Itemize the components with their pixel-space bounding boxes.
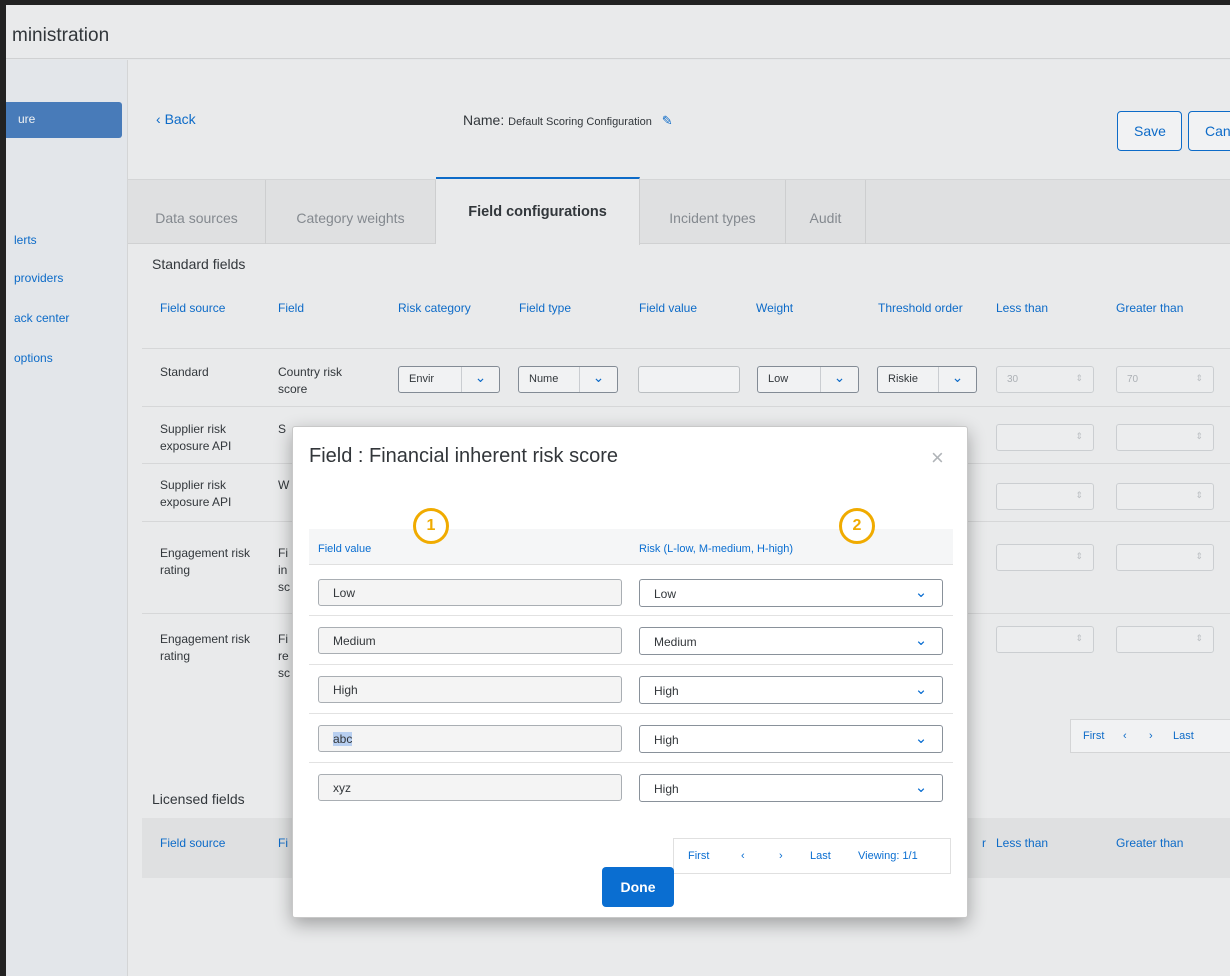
done-button[interactable]: Done bbox=[602, 867, 674, 907]
input-value: Low bbox=[333, 586, 356, 600]
row-divider bbox=[309, 762, 953, 763]
select-value: High bbox=[654, 782, 679, 796]
col-field-value: Field value bbox=[318, 543, 372, 555]
chevron-down-icon: ⌄ bbox=[914, 584, 928, 601]
select-value: Medium bbox=[654, 635, 697, 649]
pager-prev[interactable]: ‹ bbox=[741, 850, 745, 862]
risk-select[interactable]: High ⌄ bbox=[639, 774, 943, 802]
input-value: xyz bbox=[333, 781, 351, 795]
dialog-pager: First ‹ › Last Viewing: 1/1 bbox=[673, 838, 951, 874]
risk-select[interactable]: Medium ⌄ bbox=[639, 627, 943, 655]
field-value-input[interactable]: Low bbox=[318, 579, 622, 606]
input-value: High bbox=[333, 683, 358, 697]
risk-select[interactable]: High ⌄ bbox=[639, 725, 943, 753]
chevron-down-icon: ⌄ bbox=[914, 681, 928, 698]
input-value: abc bbox=[333, 732, 353, 746]
col-risk: Risk (L-low, M-medium, H-high) bbox=[639, 543, 794, 555]
chevron-down-icon: ⌄ bbox=[914, 730, 928, 747]
pager-first[interactable]: First bbox=[688, 850, 709, 862]
pager-last[interactable]: Last bbox=[810, 850, 831, 862]
select-value: High bbox=[654, 733, 679, 747]
select-value: High bbox=[654, 684, 679, 698]
risk-select[interactable]: Low ⌄ bbox=[639, 579, 943, 607]
callout-badge-2: 2 bbox=[839, 508, 875, 544]
dialog-title: Field : Financial inherent risk score bbox=[309, 445, 619, 467]
field-value-input[interactable]: Medium bbox=[318, 627, 622, 654]
callout-badge-1: 1 bbox=[413, 508, 449, 544]
chevron-down-icon: ⌄ bbox=[914, 779, 928, 796]
pager-next[interactable]: › bbox=[779, 850, 783, 862]
field-value-input[interactable]: High bbox=[318, 676, 622, 703]
close-icon[interactable]: × bbox=[931, 445, 944, 471]
chevron-down-icon: ⌄ bbox=[914, 632, 928, 649]
row-divider bbox=[309, 615, 953, 616]
risk-select[interactable]: High ⌄ bbox=[639, 676, 943, 704]
app-window: ministration ure lerts providers ack cen… bbox=[0, 0, 1230, 976]
select-value: Low bbox=[654, 587, 677, 601]
row-divider bbox=[309, 664, 953, 665]
field-value-input[interactable]: xyz bbox=[318, 774, 622, 801]
field-value-input[interactable]: abc bbox=[318, 725, 622, 752]
input-value: Medium bbox=[333, 634, 376, 648]
pager-viewing: Viewing: 1/1 bbox=[858, 850, 918, 862]
field-dialog: Field : Financial inherent risk score × … bbox=[292, 426, 968, 918]
row-divider bbox=[309, 713, 953, 714]
